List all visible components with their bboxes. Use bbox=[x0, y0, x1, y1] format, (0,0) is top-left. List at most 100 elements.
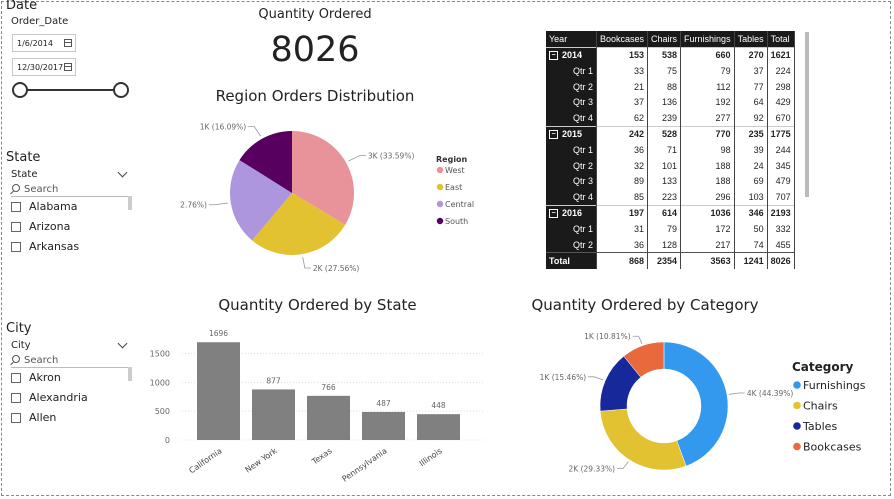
date-range-track[interactable] bbox=[21, 89, 121, 91]
date-range-start-handle[interactable] bbox=[12, 82, 28, 98]
region-slice-label: 2K (27.56%) bbox=[313, 264, 360, 273]
checkbox[interactable] bbox=[11, 242, 21, 252]
matrix-cell: 98 bbox=[680, 142, 735, 158]
matrix-row: −2015 242 528 770 235 1775 bbox=[546, 125, 795, 143]
matrix-cell: 345 bbox=[767, 157, 795, 174]
leader-line bbox=[632, 335, 643, 344]
state-search-placeholder: Search bbox=[24, 184, 59, 195]
city-scrollbar[interactable] bbox=[128, 367, 132, 381]
matrix-row-header: Qtr 1 bbox=[546, 142, 597, 158]
calendar-icon[interactable] bbox=[64, 39, 72, 47]
region-legend-item[interactable]: West bbox=[445, 166, 465, 175]
matrix-cell: 614 bbox=[647, 204, 682, 222]
state-bar[interactable] bbox=[197, 342, 240, 440]
matrix-cell: 239 bbox=[647, 109, 682, 127]
matrix-cell: 224 bbox=[767, 63, 795, 79]
state-option-label: Arkansas bbox=[29, 240, 80, 253]
matrix-column-header[interactable]: Furnishings bbox=[680, 31, 735, 48]
city-option[interactable]: Alexandria bbox=[11, 391, 88, 405]
collapse-icon[interactable]: − bbox=[549, 209, 558, 219]
matrix-cell: 1241 bbox=[734, 252, 768, 269]
matrix-row-label: Qtr 3 bbox=[572, 97, 593, 108]
region-legend-item[interactable]: Central bbox=[445, 200, 474, 209]
category-legend-item[interactable]: Bookcases bbox=[803, 441, 862, 454]
region-slice-label: 2K (22.76%) bbox=[180, 201, 207, 210]
sales-matrix: Year Bookcases Chairs Furnishings Tables Tota… bbox=[546, 31, 795, 269]
matrix-cell: 88 bbox=[647, 78, 682, 95]
end-date-value: 12/30/2017 bbox=[17, 63, 64, 72]
state-option[interactable]: Alabama bbox=[11, 200, 78, 214]
matrix-row: Qtr 3 37 136 192 64 429 bbox=[546, 94, 795, 110]
matrix-header-year[interactable]: Year bbox=[546, 31, 597, 48]
category-legend-item[interactable]: Tables bbox=[802, 420, 837, 433]
category-chart-title: Quantity Ordered by Category bbox=[531, 296, 759, 314]
checkbox[interactable] bbox=[11, 393, 21, 403]
matrix-cell: 74 bbox=[734, 236, 768, 253]
category-slice-label: 1K (15.46%) bbox=[540, 373, 586, 382]
state-bar[interactable] bbox=[362, 411, 405, 440]
checkbox[interactable] bbox=[11, 413, 21, 423]
region-legend-item[interactable]: East bbox=[445, 183, 462, 192]
matrix-cell: 188 bbox=[680, 157, 735, 174]
matrix-cell: 33 bbox=[596, 63, 649, 79]
matrix-cell: 101 bbox=[647, 157, 682, 174]
bar-value-label: 766 bbox=[321, 383, 336, 392]
state-bar[interactable] bbox=[417, 414, 460, 440]
matrix-row: Total 868 2354 3563 1241 8026 bbox=[546, 252, 795, 269]
search-icon bbox=[12, 355, 20, 363]
state-bar[interactable] bbox=[252, 389, 295, 440]
state-scrollbar[interactable] bbox=[128, 196, 132, 210]
collapse-icon[interactable]: − bbox=[549, 51, 558, 61]
state-option[interactable]: Arkansas bbox=[11, 240, 79, 254]
matrix-row-label: 2014 bbox=[562, 50, 583, 61]
state-option[interactable]: Arizona bbox=[11, 220, 70, 234]
matrix-row-header[interactable]: −2015 bbox=[546, 125, 597, 143]
matrix-row: Qtr 1 36 71 98 39 244 bbox=[546, 142, 795, 158]
state-search[interactable]: Search bbox=[12, 184, 58, 195]
matrix-column-header[interactable]: Total bbox=[767, 31, 795, 48]
region-legend-item[interactable]: South bbox=[445, 217, 468, 226]
start-date-input[interactable]: 1/6/2014 bbox=[12, 34, 76, 52]
matrix-row: −2016 197 614 1036 346 2193 bbox=[546, 204, 795, 222]
city-option[interactable]: Allen bbox=[11, 411, 56, 425]
region-chart-title: Region Orders Distribution bbox=[215, 87, 415, 105]
matrix-cell: 89 bbox=[596, 173, 649, 189]
matrix-cell: 79 bbox=[647, 221, 682, 237]
category-slice[interactable] bbox=[599, 408, 687, 471]
city-option-label: Akron bbox=[29, 371, 61, 384]
matrix-row-header: Qtr 1 bbox=[546, 221, 597, 237]
region-slice-label: 1K (16.09%) bbox=[200, 123, 247, 132]
matrix-cell: 85 bbox=[596, 188, 649, 206]
matrix-row-header[interactable]: −2014 bbox=[546, 46, 597, 64]
category-legend-item[interactable]: Chairs bbox=[803, 400, 838, 413]
matrix-column-header[interactable]: Bookcases bbox=[596, 31, 649, 48]
matrix-column-header[interactable]: Chairs bbox=[647, 31, 682, 48]
city-search[interactable]: Search bbox=[12, 355, 58, 366]
calendar-icon[interactable] bbox=[64, 63, 72, 71]
checkbox[interactable] bbox=[11, 202, 21, 212]
kpi-label: Quantity Ordered bbox=[258, 7, 372, 22]
matrix-column-header[interactable]: Tables bbox=[734, 31, 768, 48]
bar-value-label: 1696 bbox=[209, 329, 228, 338]
matrix-cell: 346 bbox=[734, 204, 768, 222]
date-range-end-handle[interactable] bbox=[113, 82, 129, 98]
category-slice-label: 1K (10.81%) bbox=[584, 332, 631, 341]
state-slicer-title: State bbox=[6, 150, 41, 165]
collapse-icon[interactable]: − bbox=[549, 130, 558, 140]
matrix-row-header[interactable]: −2016 bbox=[546, 204, 597, 222]
end-date-input[interactable]: 12/30/2017 bbox=[12, 58, 76, 76]
x-tick-label: Pennsylvania bbox=[340, 446, 388, 484]
x-tick-label: Texas bbox=[310, 446, 334, 467]
start-date-value: 1/6/2014 bbox=[17, 39, 53, 48]
checkbox[interactable] bbox=[11, 373, 21, 383]
state-bar[interactable] bbox=[307, 395, 350, 440]
city-option[interactable]: Akron bbox=[11, 371, 61, 385]
state-bar-chart: 0 500 1000 1500 1696 California 877 New York 76… bbox=[150, 329, 485, 484]
category-legend-item[interactable]: Furnishings bbox=[803, 379, 866, 392]
matrix-cell: 92 bbox=[734, 109, 768, 127]
matrix-cell: 3563 bbox=[680, 252, 735, 269]
bar-value-label: 448 bbox=[431, 401, 446, 410]
matrix-scrollbar[interactable] bbox=[805, 32, 809, 197]
matrix-cell: 37 bbox=[734, 63, 768, 79]
checkbox[interactable] bbox=[11, 222, 21, 232]
